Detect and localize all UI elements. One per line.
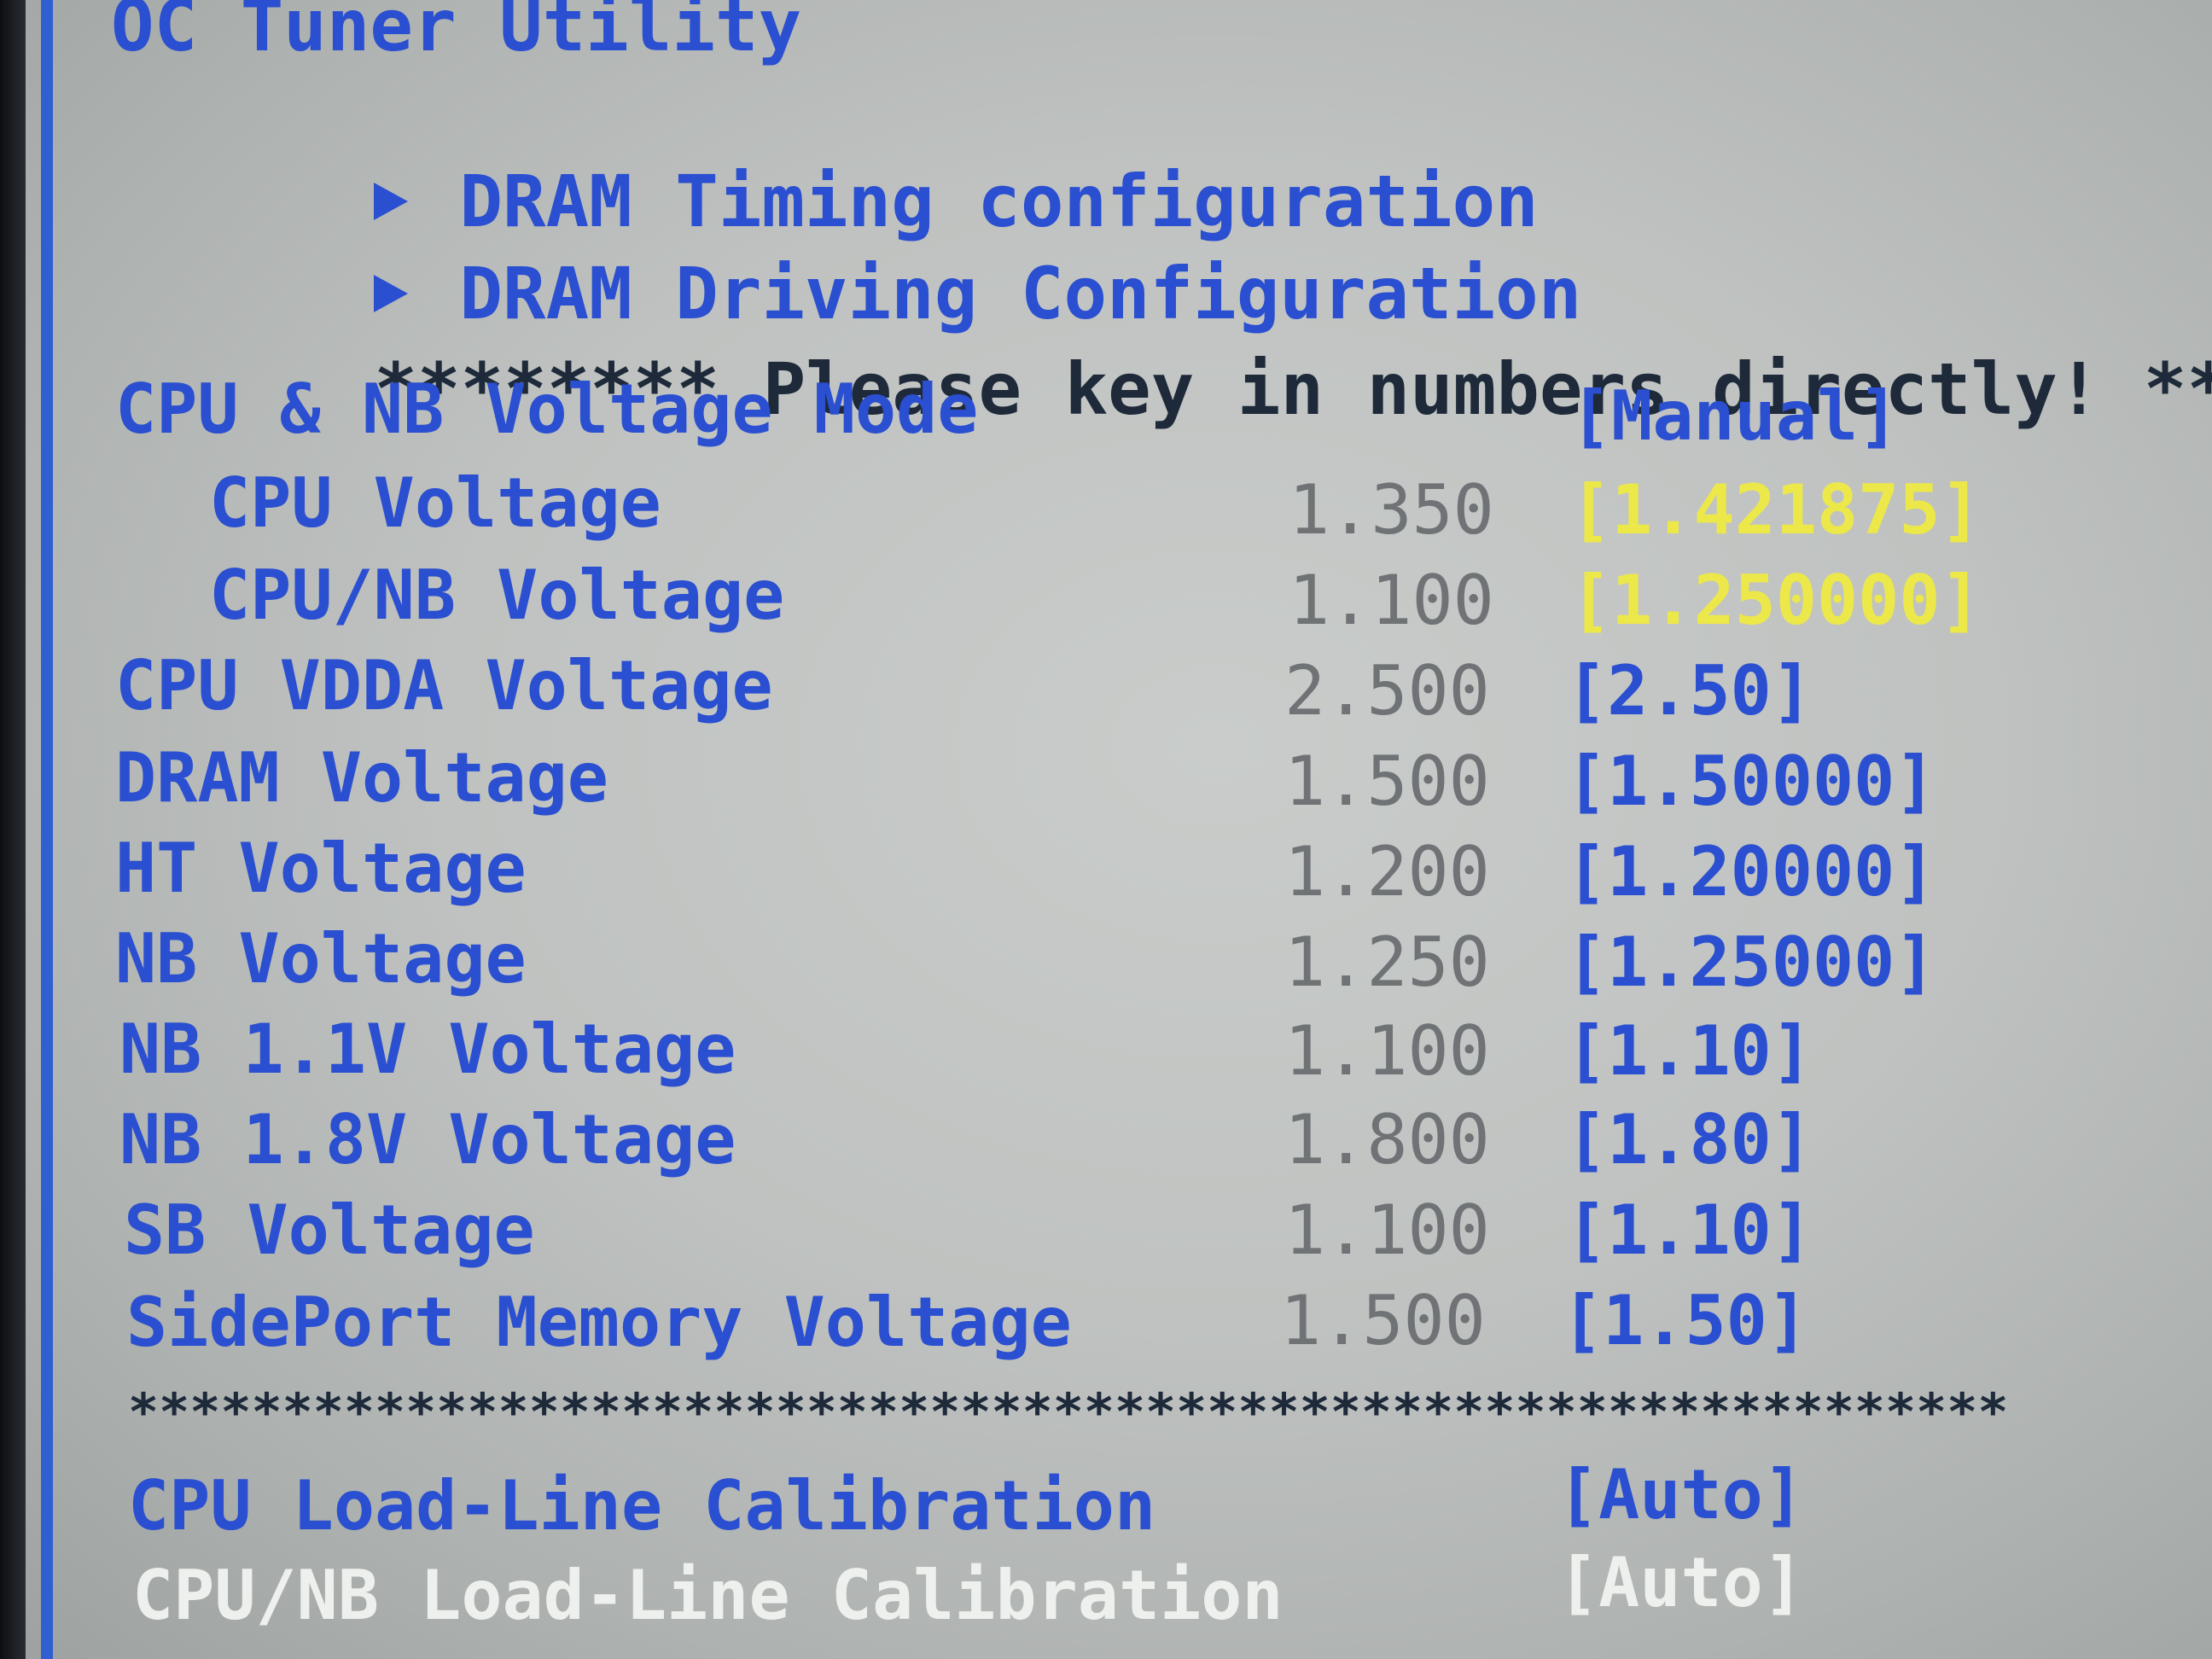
separator-line: ****************************************… [128,1382,2009,1442]
ht-voltage-label: HT Voltage [115,829,527,908]
nb-1-1v-voltage-current: 1.100 [1284,1011,1490,1091]
nb-1-8v-voltage-current: 1.800 [1284,1100,1490,1179]
cpu-vdda-voltage-current: 2.500 [1284,651,1490,731]
sb-voltage-value[interactable]: [1.10] [1566,1196,1813,1265]
ht-voltage-current: 1.200 [1284,832,1490,911]
nb-voltage-value[interactable]: [1.25000] [1566,928,1936,997]
nb-voltage-current: 1.250 [1284,923,1490,1002]
cpu-vdda-voltage-label: CPU VDDA Voltage [115,646,773,725]
cpu-voltage-value[interactable]: [1.421875] [1570,476,1982,544]
voltage-mode-label: CPU & NB Voltage Mode [115,370,979,449]
sb-voltage-label: SB Voltage [124,1190,535,1270]
voltage-mode-value[interactable]: [Manual] [1570,382,1899,451]
nb-voltage-label: NB Voltage [115,919,527,998]
cpu-nb-llc-label[interactable]: CPU/NB Load-Line Calibration [132,1562,1284,1630]
cpu-voltage-label: CPU Voltage [209,463,661,543]
cpu-nb-voltage-current: 1.100 [1289,561,1494,640]
sideport-memory-voltage-value[interactable]: [1.50] [1562,1287,1808,1355]
cpu-llc-value[interactable]: [Auto] [1557,1461,1804,1529]
nb-1-8v-voltage-label: NB 1.8V Voltage [119,1100,736,1179]
dram-voltage-current: 1.500 [1284,742,1490,821]
cpu-nb-llc-value[interactable]: [Auto] [1557,1549,1804,1617]
nb-1-1v-voltage-value[interactable]: [1.10] [1566,1017,1813,1086]
nb-1-8v-voltage-value[interactable]: [1.80] [1566,1106,1813,1174]
page-title: OC Tuner Utility [111,0,802,67]
dram-voltage-label: DRAM Voltage [115,738,608,818]
cpu-vdda-voltage-value[interactable]: [2.50] [1566,657,1813,725]
sideport-memory-voltage-label: SidePort Memory Voltage [126,1283,1072,1362]
sideport-memory-voltage-current: 1.500 [1280,1281,1486,1360]
cpu-nb-voltage-value[interactable]: [1.250000] [1570,567,1982,635]
nb-1-1v-voltage-label: NB 1.1V Voltage [119,1010,736,1089]
dram-voltage-value[interactable]: [1.50000] [1566,748,1936,816]
cpu-voltage-current: 1.350 [1289,470,1494,550]
sb-voltage-current: 1.100 [1284,1190,1490,1270]
notice-suffix: ****** [2143,347,2212,431]
oc-tuner-panel: OC Tuner Utility DRAM Timing configurati… [0,0,2212,1659]
bios-screen: OC Tuner Utility DRAM Timing configurati… [0,0,2212,1659]
cpu-nb-voltage-label: CPU/NB Voltage [209,556,785,635]
cpu-llc-label: CPU Load-Line Calibration [128,1466,1156,1545]
ht-voltage-value[interactable]: [1.20000] [1566,838,1936,906]
